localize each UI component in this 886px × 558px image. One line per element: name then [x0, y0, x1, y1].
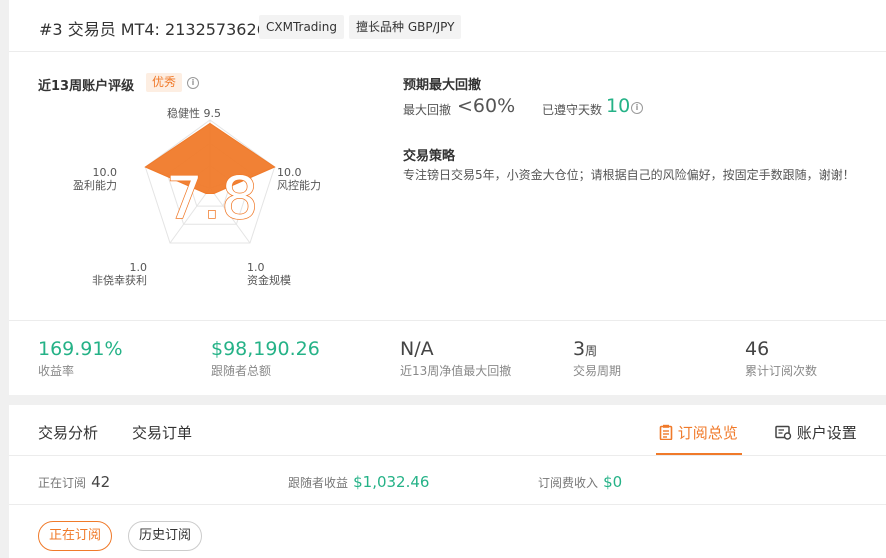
stat-return-rate: 169.91% 收益率: [38, 338, 123, 379]
trader-profile-card: #3 交易员 MT4: 2132573626 CXMTrading 擅长品种 G…: [9, 0, 886, 395]
tab-trading-orders[interactable]: 交易订单: [132, 422, 192, 443]
follower-income-label: 跟随者收益: [288, 476, 349, 490]
max-drawdown-label: 最大回撤: [403, 103, 452, 117]
subscription-fee-value: $0: [603, 473, 623, 491]
tab-subscription-overview[interactable]: 订阅总览: [659, 422, 738, 443]
active-subscription-label: 正在订阅: [38, 476, 87, 490]
stat-value: 46: [745, 338, 770, 360]
subscription-fee-label: 订阅费收入: [538, 476, 599, 490]
filter-history-subscriptions[interactable]: 历史订阅: [128, 521, 203, 551]
radar-label-risk-control: 10.0 风控能力: [277, 166, 321, 192]
stat-value: 3: [573, 338, 586, 360]
strategy-text: 专注镑日交易5年，小资金大仓位；请根据自己的风险偏好，按固定手数跟随，谢谢！: [403, 168, 855, 182]
account-settings-icon: [775, 425, 792, 440]
clipboard-icon: [659, 424, 673, 441]
stat-value: 169.91%: [38, 338, 123, 360]
compliance-days-value: 10: [606, 95, 631, 117]
stat-value: N/A: [400, 338, 434, 360]
stat-value: $98,190.26: [211, 338, 320, 360]
radar-label-stability: 稳健性 9.5: [167, 107, 221, 120]
tab-label: 订阅总览: [677, 424, 738, 442]
follower-income-value: $1,032.46: [353, 473, 430, 491]
stats-divider: [9, 320, 886, 321]
max-drawdown-value: <60%: [457, 95, 516, 117]
radar-label-non-luck-profit: 1.0 非侥幸获利: [92, 261, 147, 287]
stat-label: 近13周净值最大回撤: [400, 364, 512, 378]
stat-label: 累计订阅次数: [745, 364, 818, 378]
radar-label-capital-scale: 1.0 资金规模: [247, 261, 291, 287]
active-subscription-summary: 正在订阅 42: [38, 472, 110, 491]
subscription-fee-summary: 订阅费收入 $0: [538, 472, 622, 491]
follower-income-summary: 跟随者收益 $1,032.46: [288, 472, 429, 491]
tabs-divider: [9, 455, 886, 456]
compliance-info-icon[interactable]: i: [631, 102, 643, 114]
radar-label-profitability: 10.0 盈利能力: [73, 166, 117, 192]
active-subscription-count: 42: [91, 473, 111, 491]
stat-label: 交易周期: [573, 364, 622, 378]
subscription-panel: 交易分析 交易订单 订阅总览 账户设置 正在订阅 42 跟随者收益 $1,032…: [9, 405, 886, 558]
tab-trading-analysis[interactable]: 交易分析: [38, 422, 98, 443]
stat-max-drawdown: N/A 近13周净值最大回撤: [400, 338, 511, 379]
stat-follower-total: $98,190.26 跟随者总额: [211, 338, 320, 379]
rating-radar-chart: 7.8: [144, 119, 276, 244]
stat-trading-period: 3周 交易周期: [573, 338, 621, 379]
tab-account-settings[interactable]: 账户设置: [775, 422, 857, 443]
drawdown-title: 预期最大回撤: [403, 78, 482, 93]
stat-label: 跟随者总额: [211, 364, 272, 378]
tab-label: 账户设置: [796, 424, 857, 442]
strategy-title: 交易策略: [403, 149, 456, 164]
stat-subscription-count: 46 累计订阅次数: [745, 338, 817, 379]
compliance-days-label: 已遵守天数: [542, 103, 603, 117]
stat-label: 收益率: [38, 364, 75, 378]
rating-score: 7.8: [166, 164, 258, 232]
summary-divider: [9, 504, 886, 505]
stat-value-wrap: 3周: [573, 338, 621, 360]
filter-active-subscriptions[interactable]: 正在订阅: [38, 521, 113, 551]
stat-unit: 周: [585, 344, 598, 358]
